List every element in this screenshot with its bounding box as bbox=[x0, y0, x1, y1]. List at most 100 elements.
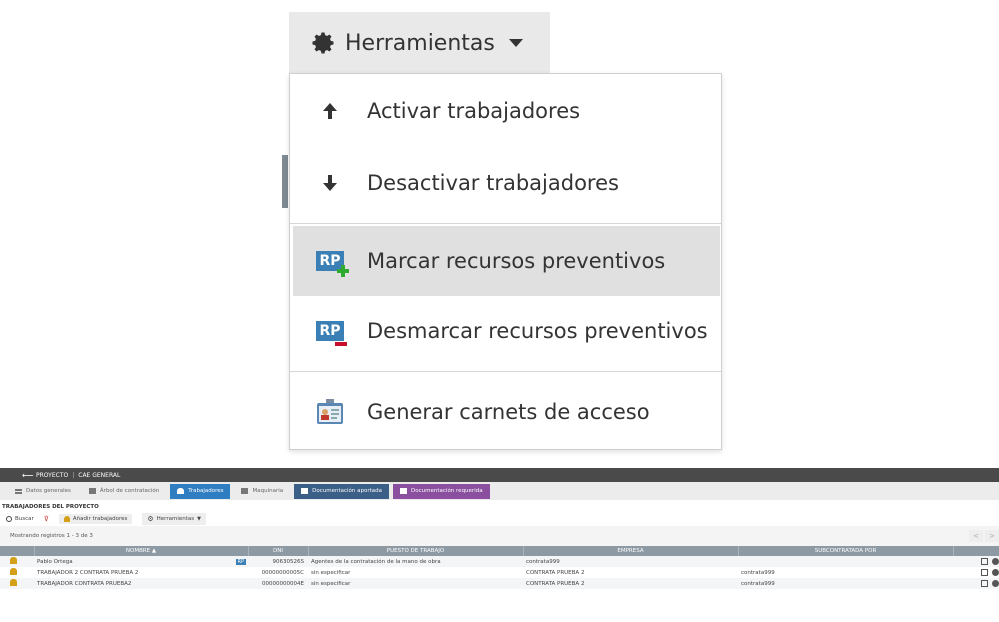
pager: < > bbox=[969, 530, 999, 542]
rp-add-icon: RP bbox=[315, 246, 349, 277]
menu-item-unmark-preventive[interactable]: RP Desmarcar recursos preventivos bbox=[293, 296, 720, 366]
cell-position: sin especificar bbox=[311, 580, 351, 587]
column-header-actions bbox=[953, 546, 999, 556]
tab-contract-tree[interactable]: Árbol de contratación bbox=[82, 484, 166, 499]
external-link-icon[interactable] bbox=[981, 558, 988, 565]
tab-provided-docs[interactable]: Documentación aportada bbox=[294, 483, 390, 499]
top-bar: ⟵ PROYECTO | CAE GENERAL bbox=[0, 468, 999, 482]
search-icon bbox=[6, 516, 12, 522]
tab-machinery[interactable]: Maquinaria bbox=[234, 484, 290, 499]
cell-dni: 00000000005C bbox=[261, 569, 304, 576]
cell-subcontracted bbox=[738, 556, 953, 567]
arrow-down-icon bbox=[315, 168, 345, 198]
tools-button-label: Herramientas bbox=[345, 30, 495, 56]
user-icon bbox=[10, 568, 17, 575]
tab-required-docs[interactable]: Documentación requerida bbox=[393, 483, 490, 499]
chevron-down-icon: ▼ bbox=[197, 516, 201, 522]
tools-dropdown-button[interactable]: Herramientas bbox=[289, 12, 550, 74]
table-row[interactable]: TRABAJADOR CONTRATA PRUEBA2 00000000004E… bbox=[0, 578, 999, 589]
back-arrow-icon[interactable]: ⟵ bbox=[22, 471, 36, 480]
tab-label: Datos generales bbox=[26, 488, 71, 494]
remove-icon[interactable] bbox=[992, 580, 999, 587]
search-button[interactable]: Buscar bbox=[6, 516, 34, 522]
add-workers-button[interactable]: Añadir trabajadores bbox=[58, 514, 133, 524]
records-count: Mostrando registros 1 - 3 de 3 < > bbox=[0, 526, 999, 546]
user-icon bbox=[10, 557, 17, 564]
table-row[interactable]: TRABAJADOR 2 CONTRATA PRUEBA 2 000000000… bbox=[0, 567, 999, 578]
breadcrumb-name: CAE GENERAL bbox=[78, 471, 121, 479]
cell-name: TRABAJADOR CONTRATA PRUEBA2 bbox=[37, 580, 132, 587]
remove-icon[interactable] bbox=[992, 569, 999, 576]
cell-company: CONTRATA PRUEBA 2 bbox=[526, 580, 585, 587]
menu-item-generate-cards[interactable]: Generar carnets de acceso bbox=[293, 377, 720, 447]
user-icon bbox=[10, 579, 17, 586]
search-label: Buscar bbox=[15, 516, 34, 522]
cell-company: contrata999 bbox=[526, 558, 560, 565]
rp-badge: RP bbox=[235, 558, 246, 565]
toolbar: Buscar ⊽ Añadir trabajadores ⚙ Herramien… bbox=[0, 512, 999, 526]
remove-icon[interactable] bbox=[992, 558, 999, 565]
table-header-row: NOMBRE ▲ DNI PUESTO DE TRABAJO EMPRESA S… bbox=[0, 546, 999, 556]
tree-icon bbox=[88, 488, 96, 494]
cell-dni: 90630526S bbox=[272, 558, 305, 565]
records-count-text: Mostrando registros 1 - 3 de 3 bbox=[10, 533, 93, 539]
prev-page-button[interactable]: < bbox=[969, 530, 983, 542]
workers-table: NOMBRE ▲ DNI PUESTO DE TRABAJO EMPRESA S… bbox=[0, 546, 999, 589]
list-icon bbox=[15, 488, 22, 494]
workers-app: ⟵ PROYECTO | CAE GENERAL Datos generales… bbox=[0, 468, 999, 622]
rp-badge-text: RP bbox=[319, 323, 341, 339]
tab-label: Maquinaria bbox=[252, 488, 284, 494]
tab-bar: Datos generales Árbol de contratación Tr… bbox=[0, 482, 999, 500]
tab-label: Árbol de contratación bbox=[99, 488, 160, 494]
page: Herramientas Activar trabajadores Desact… bbox=[0, 0, 999, 622]
tools-button[interactable]: ⚙ Herramientas ▼ bbox=[142, 513, 206, 525]
cell-position: sin especificar bbox=[311, 569, 351, 576]
menu-item-label: Activar trabajadores bbox=[367, 99, 581, 123]
add-user-icon bbox=[63, 516, 70, 522]
next-page-button[interactable]: > bbox=[985, 530, 999, 542]
cell-dni: 00000000004E bbox=[262, 580, 304, 587]
menu-item-label: Desactivar trabajadores bbox=[367, 171, 619, 195]
cell-name: TRABAJADOR 2 CONTRATA PRUEBA 2 bbox=[37, 569, 139, 576]
document-icon bbox=[400, 488, 408, 494]
cell-name: Pablo Ortega bbox=[37, 558, 73, 565]
cell-subcontracted: contrata999 bbox=[741, 569, 775, 576]
table-row[interactable]: Pablo Ortega RP 90630526S Agentes de la c… bbox=[0, 556, 999, 567]
tab-label: Documentación requerida bbox=[411, 488, 483, 494]
chevron-down-icon bbox=[508, 39, 523, 47]
menu-divider bbox=[290, 371, 721, 372]
column-header-dni[interactable]: DNI bbox=[248, 546, 309, 556]
external-link-icon[interactable] bbox=[981, 569, 988, 576]
filter-remove-icon: ⊽ bbox=[43, 515, 49, 523]
id-card-icon bbox=[315, 397, 345, 427]
tools-menu: Activar trabajadores Desactivar trabajad… bbox=[289, 73, 722, 450]
section-title: TRABAJADORES DEL PROYECTO bbox=[2, 504, 99, 510]
column-header-name[interactable]: NOMBRE ▲ bbox=[34, 546, 249, 556]
user-icon bbox=[177, 488, 185, 494]
document-icon bbox=[301, 488, 309, 494]
breadcrumb-project[interactable]: PROYECTO bbox=[36, 472, 68, 479]
column-header-icon bbox=[0, 546, 35, 556]
menu-item-label: Desmarcar recursos preventivos bbox=[367, 319, 708, 343]
arrow-up-icon bbox=[315, 96, 345, 126]
menu-item-activate-workers[interactable]: Activar trabajadores bbox=[293, 76, 720, 146]
tab-workers[interactable]: Trabajadores bbox=[170, 483, 231, 499]
rp-remove-icon: RP bbox=[315, 316, 347, 346]
tab-label: Trabajadores bbox=[188, 488, 224, 494]
gear-icon bbox=[312, 32, 334, 54]
cell-company: CONTRATA PRUEBA 2 bbox=[526, 569, 585, 576]
tab-label: Documentación aportada bbox=[312, 488, 383, 494]
tools-label: Herramientas bbox=[156, 516, 195, 522]
column-header-position[interactable]: PUESTO DE TRABAJO bbox=[308, 546, 524, 556]
clear-filter-button[interactable]: ⊽ bbox=[44, 515, 49, 523]
column-header-subcontracted[interactable]: SUBCONTRATADA POR bbox=[738, 546, 954, 556]
menu-item-deactivate-workers[interactable]: Desactivar trabajadores bbox=[293, 148, 720, 218]
menu-item-mark-preventive[interactable]: RP Marcar recursos preventivos bbox=[293, 226, 720, 296]
truck-icon bbox=[241, 488, 249, 494]
external-link-icon[interactable] bbox=[981, 580, 988, 587]
gear-icon: ⚙ bbox=[147, 515, 154, 523]
tab-general-data[interactable]: Datos generales bbox=[8, 484, 78, 499]
panel-edge-accent bbox=[282, 155, 288, 208]
menu-divider bbox=[290, 223, 721, 224]
column-header-company[interactable]: EMPRESA bbox=[523, 546, 739, 556]
